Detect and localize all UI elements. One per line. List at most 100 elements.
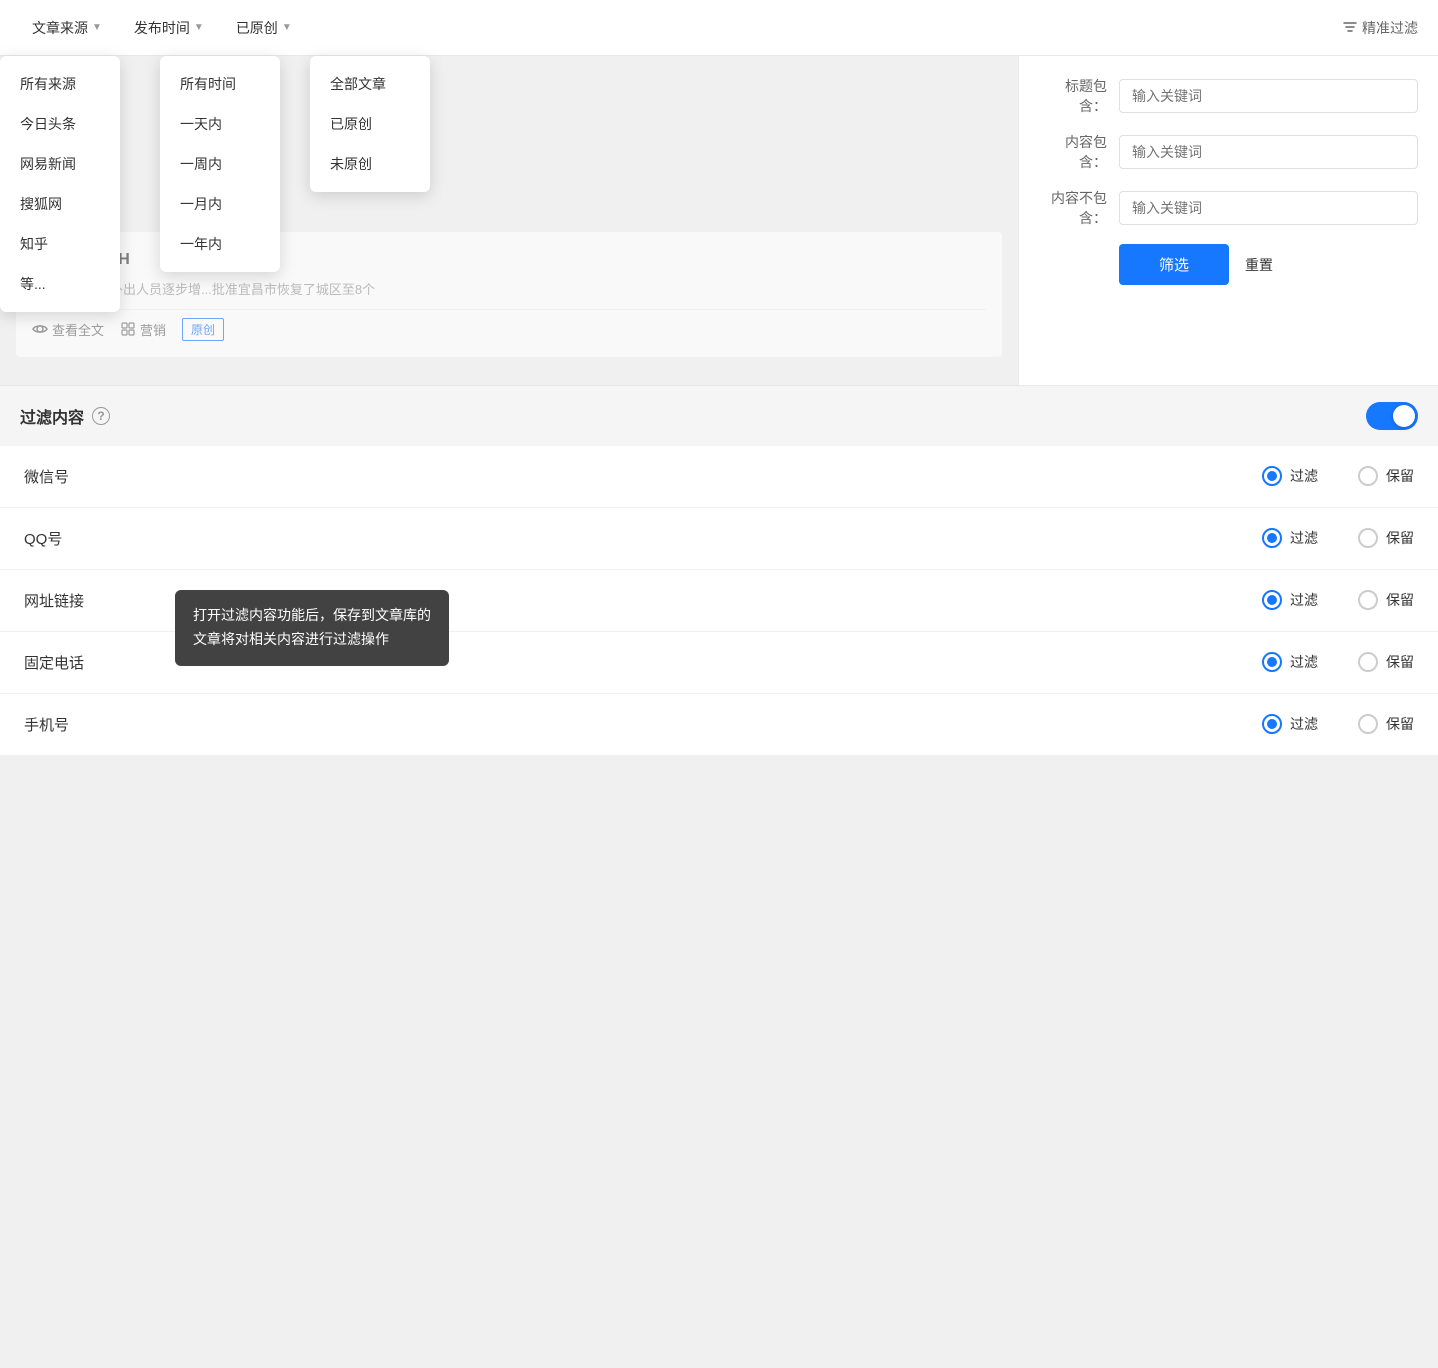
title-filter-row: 标题包含： <box>1039 76 1418 116</box>
tooltip-text: 打开过滤内容功能后，保存到文章库的文章将对相关内容进行过滤操作 <box>193 607 431 647</box>
radio-filter-1[interactable]: 过滤 <box>1262 528 1318 548</box>
exclude-filter-label: 内容不包含： <box>1039 188 1119 228</box>
filter-item-label-0: 微信号 <box>24 466 144 487</box>
radio-circle-filter-1 <box>1262 528 1282 548</box>
section-title-group: 过滤内容 ? <box>20 404 110 428</box>
article-excerpt: 士投入运营，外出人员逐步增...批准宜昌市恢复了城区至8个 <box>32 280 986 301</box>
radio-circle-filter-2 <box>1262 590 1282 610</box>
source-label: 文章来源 <box>32 18 88 38</box>
original-label: 已原创 <box>236 18 278 38</box>
source-item-wangyi[interactable]: 网易新闻 <box>0 144 120 184</box>
title-filter-input[interactable] <box>1119 79 1418 113</box>
title-filter-label: 标题包含： <box>1039 76 1119 116</box>
original-badge: 原创 <box>182 318 224 341</box>
section-header: 过滤内容 ? <box>0 386 1438 446</box>
radio-filter-label-1: 过滤 <box>1290 528 1318 548</box>
source-item-all[interactable]: 所有来源 <box>0 64 120 104</box>
article-actions: 查看全文 营销 原创 <box>32 318 986 341</box>
filter-toggle[interactable] <box>1366 402 1418 430</box>
content-filter-row: 内容包含： <box>1039 132 1418 172</box>
original-arrow-icon: ▼ <box>282 22 292 33</box>
radio-keep-2[interactable]: 保留 <box>1358 590 1414 610</box>
source-item-more[interactable]: 等... <box>0 264 120 304</box>
radio-circle-filter-4 <box>1262 714 1282 734</box>
marketing-icon <box>120 321 136 337</box>
time-item-all[interactable]: 所有时间 <box>160 64 280 104</box>
radio-circle-keep-4 <box>1358 714 1378 734</box>
radio-group-1: 过滤 保留 <box>1262 528 1414 548</box>
filter-item-label-3: 固定电话 <box>24 652 144 673</box>
radio-keep-4[interactable]: 保留 <box>1358 714 1414 734</box>
page-wrapper: 文章来源 ▼ 发布时间 ▼ 已原创 ▼ 精准过滤 所有来源 今日头条 网易新闻 … <box>0 0 1438 1368</box>
radio-keep-label-1: 保留 <box>1386 528 1414 548</box>
time-label: 发布时间 <box>134 18 190 38</box>
radio-keep-label-3: 保留 <box>1386 652 1414 672</box>
top-bar: 文章来源 ▼ 发布时间 ▼ 已原创 ▼ 精准过滤 <box>0 0 1438 56</box>
article-area: 名 ...找、 的H 士投入运营，外出人员逐步增...批准宜昌市恢复了城区至8个… <box>0 56 1018 385</box>
source-item-sohu[interactable]: 搜狐网 <box>0 184 120 224</box>
source-item-toutiao[interactable]: 今日头条 <box>0 104 120 144</box>
precise-filter-btn[interactable]: 精准过滤 <box>1342 18 1418 38</box>
help-icon[interactable]: ? <box>92 407 110 425</box>
radio-circle-keep-3 <box>1358 652 1378 672</box>
content-filter-label: 内容包含： <box>1039 132 1119 172</box>
radio-circle-filter-0 <box>1262 466 1282 486</box>
time-item-year[interactable]: 一年内 <box>160 224 280 264</box>
time-item-day[interactable]: 一天内 <box>160 104 280 144</box>
filter-action-bar: 筛选 重置 <box>1039 244 1418 285</box>
eye-icon <box>32 321 48 337</box>
radio-circle-filter-3 <box>1262 652 1282 672</box>
marketing-label: 营销 <box>140 320 166 339</box>
source-filter-btn[interactable]: 文章来源 ▼ <box>20 12 114 44</box>
radio-filter-label-2: 过滤 <box>1290 590 1318 610</box>
marketing-btn[interactable]: 营销 <box>120 320 166 339</box>
radio-keep-label-2: 保留 <box>1386 590 1414 610</box>
filter-icon <box>1342 20 1358 36</box>
filter-content-section: 过滤内容 ? 微信号 过滤 保留 QQ号 <box>0 385 1438 756</box>
filter-item-label-2: 网址链接 <box>24 590 144 611</box>
original-item-no[interactable]: 未原创 <box>310 144 430 184</box>
radio-filter-4[interactable]: 过滤 <box>1262 714 1318 734</box>
radio-circle-keep-1 <box>1358 528 1378 548</box>
time-filter-btn[interactable]: 发布时间 ▼ <box>122 12 216 44</box>
filter-reset-btn[interactable]: 重置 <box>1245 255 1273 275</box>
original-item-all[interactable]: 全部文章 <box>310 64 430 104</box>
time-dropdown: 所有时间 一天内 一周内 一月内 一年内 <box>160 56 280 272</box>
time-arrow-icon: ▼ <box>194 22 204 33</box>
original-filter-btn[interactable]: 已原创 ▼ <box>224 12 304 44</box>
tooltip-box: 打开过滤内容功能后，保存到文章库的文章将对相关内容进行过滤操作 <box>175 590 449 666</box>
radio-group-3: 过滤 保留 <box>1262 652 1414 672</box>
radio-filter-0[interactable]: 过滤 <box>1262 466 1318 486</box>
precise-filter-label: 精准过滤 <box>1362 18 1418 38</box>
filter-submit-btn[interactable]: 筛选 <box>1119 244 1229 285</box>
source-item-zhihu[interactable]: 知乎 <box>0 224 120 264</box>
source-arrow-icon: ▼ <box>92 22 102 33</box>
radio-filter-label-0: 过滤 <box>1290 466 1318 486</box>
filter-item-label-1: QQ号 <box>24 528 144 549</box>
radio-keep-label-4: 保留 <box>1386 714 1414 734</box>
exclude-filter-input[interactable] <box>1119 191 1418 225</box>
filter-item-label-4: 手机号 <box>24 714 144 735</box>
content-filter-input[interactable] <box>1119 135 1418 169</box>
radio-filter-2[interactable]: 过滤 <box>1262 590 1318 610</box>
radio-filter-label-4: 过滤 <box>1290 714 1318 734</box>
radio-keep-0[interactable]: 保留 <box>1358 466 1414 486</box>
radio-keep-1[interactable]: 保留 <box>1358 528 1414 548</box>
time-item-week[interactable]: 一周内 <box>160 144 280 184</box>
time-item-month[interactable]: 一月内 <box>160 184 280 224</box>
radio-keep-3[interactable]: 保留 <box>1358 652 1414 672</box>
view-full-label: 查看全文 <box>52 320 104 339</box>
radio-group-2: 过滤 保留 <box>1262 590 1414 610</box>
original-item-yes[interactable]: 已原创 <box>310 104 430 144</box>
filter-item-row: 手机号 过滤 保留 <box>0 694 1438 756</box>
original-dropdown: 全部文章 已原创 未原创 <box>310 56 430 192</box>
filter-item-row: QQ号 过滤 保留 <box>0 508 1438 570</box>
filter-panel: 标题包含： 内容包含： 内容不包含： 筛选 重置 <box>1018 56 1438 385</box>
view-full-btn[interactable]: 查看全文 <box>32 320 104 339</box>
radio-keep-label-0: 保留 <box>1386 466 1414 486</box>
source-dropdown: 所有来源 今日头条 网易新闻 搜狐网 知乎 等... <box>0 56 120 312</box>
radio-group-4: 过滤 保留 <box>1262 714 1414 734</box>
radio-filter-3[interactable]: 过滤 <box>1262 652 1318 672</box>
radio-filter-label-3: 过滤 <box>1290 652 1318 672</box>
radio-circle-keep-0 <box>1358 466 1378 486</box>
